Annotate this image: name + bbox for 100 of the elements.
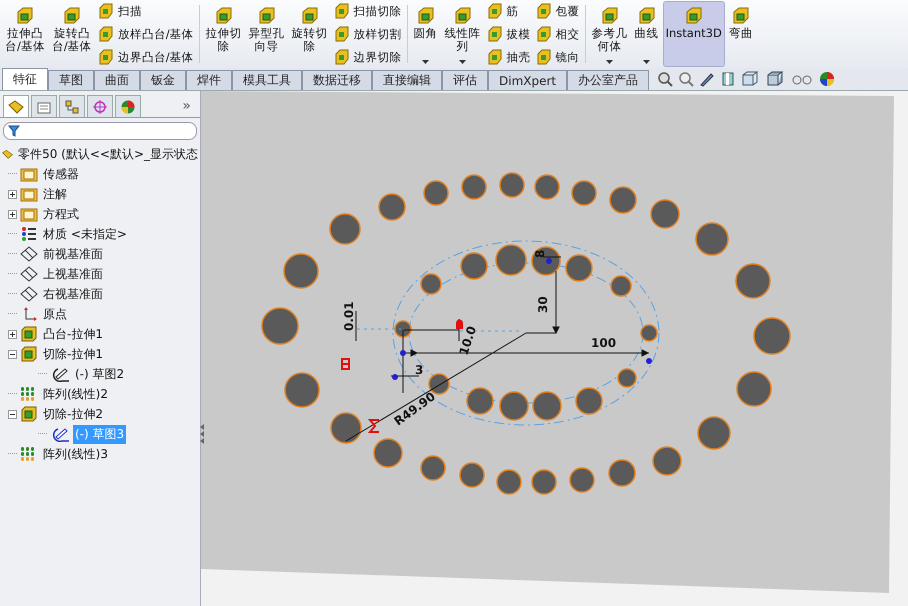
zoom-icon[interactable]	[678, 71, 694, 87]
command-tab[interactable]: 草图	[48, 70, 94, 90]
ribbon-button[interactable]: Instant3D	[662, 1, 725, 67]
tree-item[interactable]: 零件50 (默认<<默认>_显示状态	[16, 144, 200, 164]
tree-item[interactable]: 阵列(线性)2	[41, 384, 110, 404]
command-tab[interactable]: 焊件	[186, 70, 232, 90]
command-tab[interactable]: 特征	[2, 68, 48, 90]
cube-icon	[684, 6, 704, 26]
folder-icon	[20, 166, 38, 182]
command-tab[interactable]: 办公室产品	[567, 70, 650, 90]
cube-icon	[486, 26, 503, 42]
parts-icon	[8, 98, 24, 114]
constraint-icon	[341, 358, 350, 370]
expand-toggle[interactable]	[8, 410, 17, 418]
tree-item[interactable]: 切除-拉伸2	[41, 404, 105, 424]
ribbon-button[interactable]: 旋转凸 台/基体	[48, 1, 95, 67]
ribbon-button[interactable]: 放样切割	[332, 25, 404, 43]
ribbon-button[interactable]: 抽壳	[484, 48, 533, 66]
panel-tab[interactable]	[87, 95, 113, 117]
plane-icon	[20, 266, 38, 282]
tree-item[interactable]: 注解	[41, 184, 69, 204]
cube-icon	[416, 6, 436, 26]
expand-toggle[interactable]	[8, 210, 17, 218]
ribbon-button[interactable]: 圆角	[410, 1, 441, 67]
ribbon-button[interactable]: 筋	[484, 2, 533, 20]
ribbon-button[interactable]: 相交	[534, 25, 582, 43]
cube-icon	[536, 49, 552, 65]
panel-tab[interactable]	[3, 95, 29, 117]
cube-icon	[730, 6, 751, 26]
tree-item[interactable]: (-) 草图2	[73, 364, 126, 384]
color-ball-icon[interactable]	[818, 70, 836, 88]
dimension-label[interactable]: 100	[591, 336, 616, 350]
ribbon-button[interactable]: 包覆	[534, 2, 582, 20]
tree-item[interactable]: 凸台-拉伸1	[41, 324, 105, 344]
dimension-label[interactable]: 10.0	[456, 324, 479, 357]
cube-icon	[62, 6, 82, 26]
ribbon-button[interactable]: 扫描切除	[332, 2, 404, 20]
command-tab[interactable]: DimXpert	[488, 70, 568, 90]
cube-icon	[486, 49, 503, 65]
tree-item[interactable]: 原点	[41, 304, 69, 324]
more-tabs-button[interactable]: »	[182, 98, 191, 114]
panel-tab[interactable]	[115, 95, 141, 117]
cube-icon	[334, 26, 350, 42]
command-tab[interactable]: 曲面	[94, 70, 140, 90]
cube-icon	[536, 3, 552, 19]
cube-icon	[452, 6, 473, 26]
target-icon	[92, 98, 108, 114]
cube-icon	[98, 3, 114, 19]
ribbon-button[interactable]: 拉伸凸 台/基体	[2, 1, 48, 67]
caret-icon	[643, 60, 650, 64]
ribbon-button[interactable]: 边界切除	[332, 48, 404, 66]
ribbon-button[interactable]: 线性阵 列	[442, 1, 484, 67]
ribbon-button[interactable]: 旋转切 除	[288, 1, 331, 67]
ribbon-button[interactable]: 参考几 何体	[588, 1, 631, 67]
ribbon-button[interactable]: 异型孔 向导	[246, 1, 288, 67]
tree-item[interactable]: 上视基准面	[41, 264, 105, 284]
cube-icon	[636, 6, 657, 26]
ribbon-button[interactable]: 扫描	[96, 2, 196, 20]
dimension-label[interactable]: 30	[536, 296, 550, 313]
command-tab[interactable]: 数据迁移	[302, 70, 372, 90]
ribbon-button[interactable]: 弯曲	[726, 1, 756, 67]
tree-item[interactable]: 阵列(线性)3	[41, 444, 110, 464]
ribbon-button[interactable]: 放样凸台/基体	[96, 25, 196, 43]
cube-icon	[486, 3, 503, 19]
material-icon	[20, 226, 38, 242]
caret-icon	[422, 60, 430, 64]
tree-item[interactable]: 材质 <未指定>	[41, 224, 129, 244]
panel-tab[interactable]	[31, 95, 57, 117]
ribbon-button[interactable]: 拔模	[484, 25, 533, 43]
cube-icon	[300, 6, 320, 26]
ribbon-button[interactable]: 边界凸台/基体	[96, 48, 196, 66]
sketch-pencil-icon	[50, 426, 70, 442]
tree-item[interactable]: 传感器	[41, 164, 81, 184]
pencil-icon[interactable]	[699, 71, 716, 87]
expand-toggle[interactable]	[8, 190, 17, 198]
cube-icon	[20, 326, 38, 342]
command-tab[interactable]: 模具工具	[232, 70, 302, 90]
dimension-label[interactable]: 3	[415, 363, 424, 377]
cube-icon	[334, 3, 350, 19]
ribbon-button[interactable]: 曲线	[632, 1, 662, 67]
command-tab[interactable]: 直接编辑	[372, 70, 442, 90]
cube-icon	[536, 26, 552, 42]
filter-field[interactable]	[3, 122, 197, 140]
tree-item[interactable]: 右视基准面	[41, 284, 105, 304]
zoom-icon[interactable]	[657, 71, 674, 87]
panel-tab[interactable]	[59, 95, 85, 117]
folder-icon	[20, 186, 38, 202]
cube-icon	[14, 6, 35, 26]
ribbon-button[interactable]: 镜向	[534, 48, 582, 66]
collapse-handle-icon[interactable]	[199, 421, 205, 445]
command-tab[interactable]: 钣金	[140, 70, 186, 90]
section-view-icon[interactable]	[720, 71, 736, 87]
ribbon-button[interactable]: 拉伸切 除	[202, 1, 245, 67]
tree-item[interactable]: 方程式	[41, 204, 81, 224]
expand-toggle[interactable]	[8, 350, 17, 358]
dimension-label[interactable]: 0.01	[342, 301, 356, 331]
tree-item[interactable]: 前视基准面	[41, 244, 105, 264]
expand-toggle[interactable]	[8, 330, 17, 338]
tree-item[interactable]: 切除-拉伸1	[41, 344, 105, 364]
command-tab[interactable]: 评估	[442, 70, 488, 90]
